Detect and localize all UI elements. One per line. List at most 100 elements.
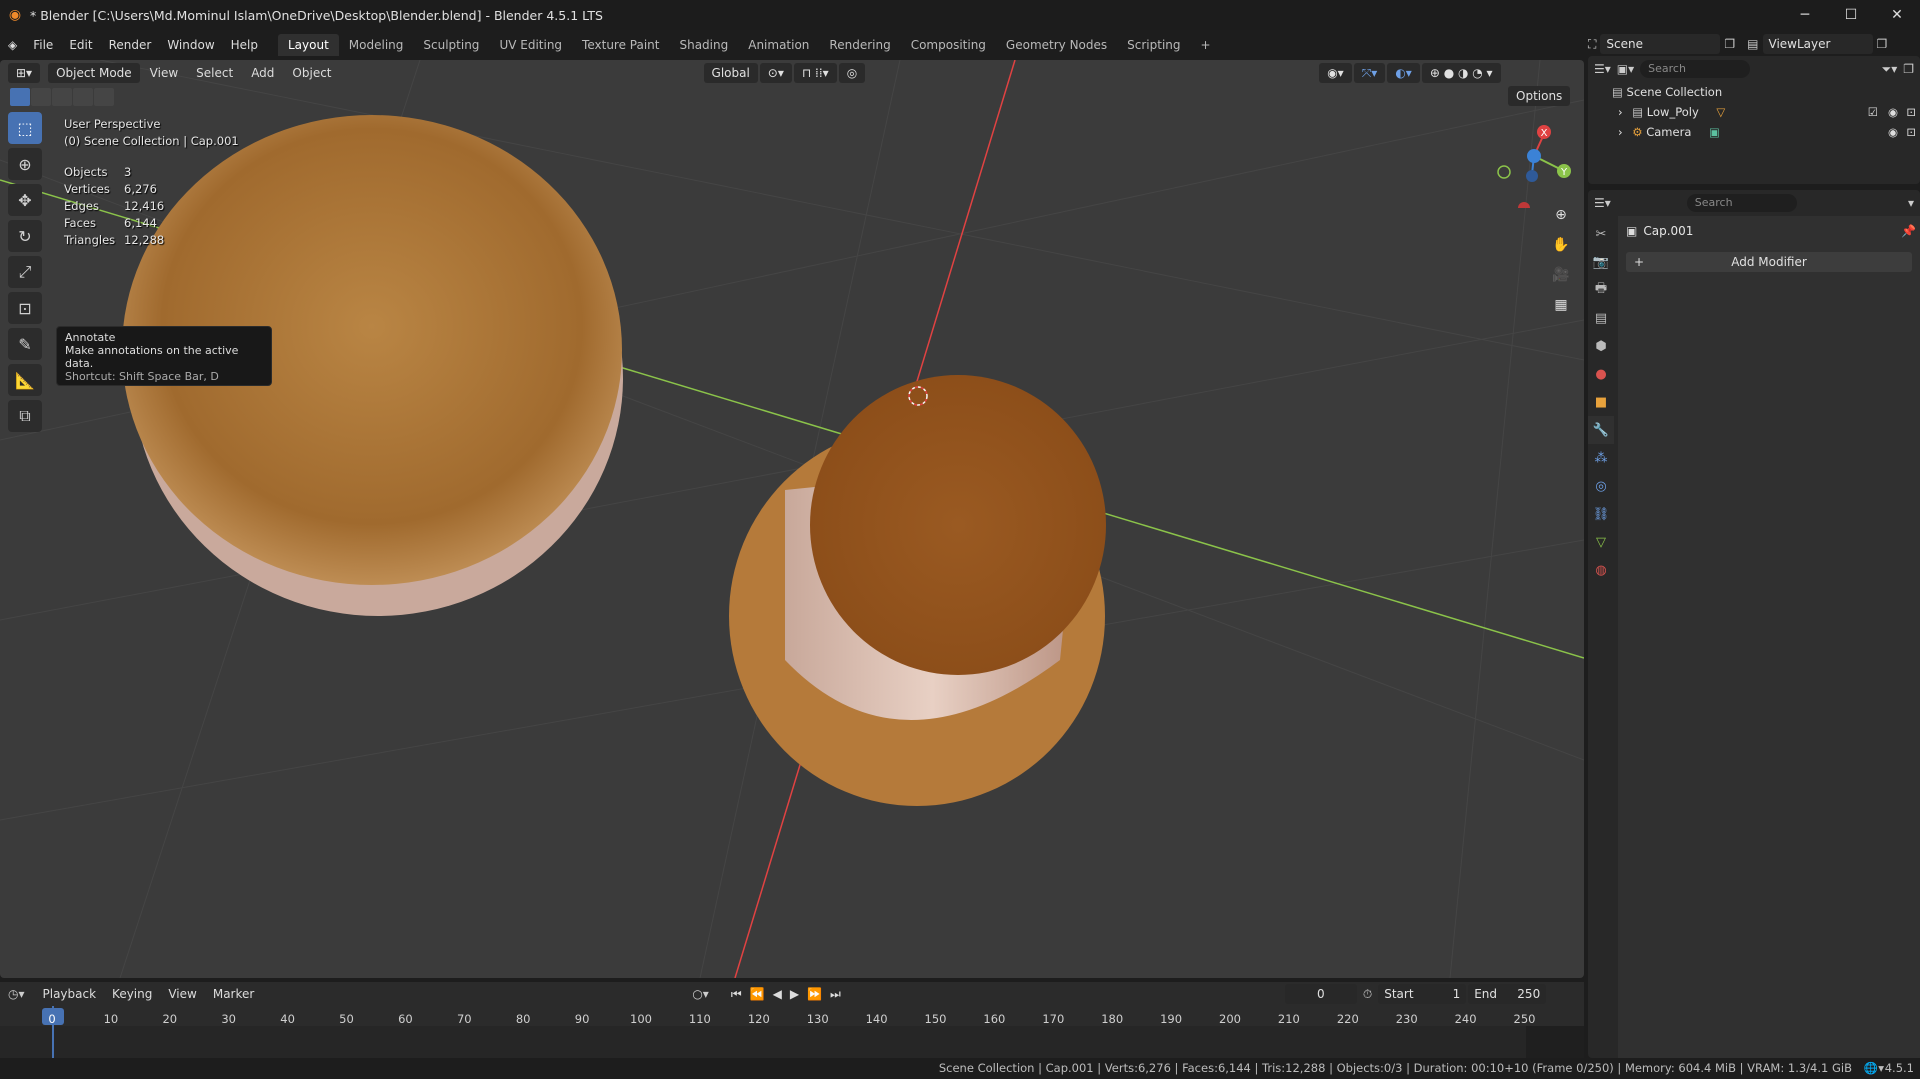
new-scene-icon[interactable]: ❐ [1724, 37, 1735, 51]
timeline-ruler[interactable]: 0 10 20 30 40 50 60 70 80 90 100 110 120 130 140 150 160… [0, 1006, 1584, 1058]
expand-arrow-icon[interactable]: › [1618, 105, 1623, 119]
physics-tab-icon[interactable]: ◎ [1588, 472, 1614, 500]
ortho-grid-icon[interactable]: ▦ [1548, 292, 1574, 318]
timeline-menu-playback[interactable]: Playback [35, 984, 105, 1004]
start-frame-field[interactable]: Start 1 [1378, 984, 1467, 1004]
annotate-tool-icon[interactable]: ✎ [8, 328, 42, 360]
tab-scripting[interactable]: Scripting [1117, 34, 1190, 56]
outliner-editor-icon[interactable]: ☰▾ [1594, 62, 1611, 76]
view-layer-tab-icon[interactable]: ▤ [1588, 304, 1614, 332]
orientation-dropdown[interactable]: Global [703, 63, 758, 83]
transform-tool-icon[interactable]: ⊡ [8, 292, 42, 324]
close-button[interactable]: ✕ [1874, 0, 1920, 30]
select-intersect-icon[interactable] [94, 88, 114, 106]
select-extend-icon[interactable] [31, 88, 51, 106]
gizmo-z-neg-icon[interactable] [1526, 170, 1538, 182]
viewport-menu-view[interactable]: View [142, 63, 186, 83]
pin-icon[interactable]: 📌 [1901, 224, 1916, 238]
menu-edit[interactable]: Edit [61, 34, 100, 56]
outliner-row-low-poly[interactable]: › ▤ Low_Poly ▽ ☑ ◉ ⊡ [1588, 102, 1920, 122]
visibility-eye-icon[interactable]: ◉ [1888, 122, 1898, 142]
menu-window[interactable]: Window [159, 34, 222, 56]
jump-keyframe-forward-icon[interactable]: ⏩ [807, 987, 822, 1001]
timeline-track-area[interactable] [0, 1026, 1584, 1058]
object-tab-icon[interactable]: ■ [1588, 388, 1614, 416]
cursor-tool-icon[interactable]: ⊕ [8, 148, 42, 180]
select-box-tool-icon[interactable]: ⬚ [8, 112, 42, 144]
pan-hand-icon[interactable]: ✋ [1548, 232, 1574, 258]
snap-icon[interactable]: ⊓ ⁞⁞▾ [793, 63, 837, 83]
minimize-button[interactable]: ─ [1782, 0, 1828, 30]
output-tab-icon[interactable]: 🖶 [1588, 276, 1614, 304]
outliner-row-scene-collection[interactable]: ▤ Scene Collection [1588, 82, 1920, 102]
viewport-menu-object[interactable]: Object [284, 63, 339, 83]
properties-editor-icon[interactable]: ☰▾ [1594, 196, 1611, 210]
data-tab-icon[interactable]: ▽ [1588, 528, 1614, 556]
add-modifier-button[interactable]: + Add Modifier [1626, 252, 1912, 272]
viewport-scene[interactable] [0, 60, 1584, 978]
render-camera-icon[interactable]: ⊡ [1906, 122, 1916, 142]
timeline-menu-view[interactable]: View [160, 984, 204, 1004]
constraints-tab-icon[interactable]: ⛓ [1588, 500, 1614, 528]
tool-tab-icon[interactable]: ✂ [1588, 220, 1614, 248]
tab-texture-paint[interactable]: Texture Paint [572, 34, 669, 56]
render-camera-icon[interactable]: ⊡ [1906, 102, 1916, 122]
new-viewlayer-icon[interactable]: ❐ [1877, 37, 1888, 51]
filter-icon[interactable]: ⏷▾ [1882, 62, 1898, 77]
material-tab-icon[interactable]: ◍ [1588, 556, 1614, 584]
mode-dropdown[interactable]: Object Mode [48, 63, 140, 83]
auto-keying-icon[interactable]: ○▾ [692, 987, 709, 1001]
select-subtract-icon[interactable] [52, 88, 72, 106]
gizmo-toggle-icon[interactable]: ⤧▾ [1353, 63, 1386, 83]
options-button[interactable]: Options [1508, 86, 1571, 106]
gizmo-z-icon[interactable] [1527, 149, 1541, 163]
tab-sculpting[interactable]: Sculpting [413, 34, 489, 56]
pivot-icon[interactable]: ⊙▾ [759, 63, 792, 83]
tab-geometry-nodes[interactable]: Geometry Nodes [996, 34, 1117, 56]
properties-search-input[interactable]: Search [1686, 194, 1797, 212]
tab-animation[interactable]: Animation [738, 34, 819, 56]
new-collection-icon[interactable]: ❐ [1903, 62, 1914, 76]
outliner-row-camera[interactable]: › ⚙ Camera ▣ ◉ ⊡ [1588, 122, 1920, 142]
overlay-toggle-icon[interactable]: ◐▾ [1387, 63, 1420, 83]
tab-uv-editing[interactable]: UV Editing [489, 34, 572, 56]
tab-compositing[interactable]: Compositing [901, 34, 996, 56]
current-frame-field[interactable]: 0 [1284, 984, 1357, 1004]
gizmo-y-neg-icon[interactable] [1497, 165, 1511, 179]
maximize-button[interactable]: ☐ [1828, 0, 1874, 30]
tab-modeling[interactable]: Modeling [339, 34, 414, 56]
timeline-editor-icon[interactable]: ◷▾ [8, 987, 25, 1001]
jump-keyframe-back-icon[interactable]: ⏪ [750, 987, 765, 1001]
timeline-menu-keying[interactable]: Keying [104, 984, 160, 1004]
add-workspace-button[interactable]: + [1191, 34, 1221, 56]
viewlayer-field[interactable]: ViewLayer [1762, 34, 1873, 54]
end-frame-field[interactable]: End 250 [1468, 984, 1547, 1004]
modifier-tab-icon[interactable]: 🔧 [1588, 416, 1614, 444]
render-tab-icon[interactable]: 📷 [1588, 248, 1614, 276]
blender-menu-icon[interactable]: ◈ [0, 34, 25, 56]
viewport-menu-select[interactable]: Select [188, 63, 241, 83]
select-new-icon[interactable] [10, 88, 30, 106]
menu-file[interactable]: File [25, 34, 61, 56]
select-invert-icon[interactable] [73, 88, 93, 106]
scale-tool-icon[interactable]: ⤢ [8, 256, 42, 288]
gizmo-x-neg-icon[interactable] [1518, 202, 1530, 208]
timeline-menu-marker[interactable]: Marker [205, 984, 262, 1004]
outliner-display-mode-icon[interactable]: ▣▾ [1617, 62, 1634, 76]
jump-end-icon[interactable]: ⏭ [830, 987, 841, 1002]
visibility-icon[interactable]: ◉▾ [1319, 63, 1352, 83]
3d-viewport[interactable]: ⊞▾ Object Mode View Select Add Object Gl… [0, 60, 1584, 978]
right-cap-top[interactable] [810, 375, 1106, 675]
visibility-eye-icon[interactable]: ◉ [1888, 102, 1898, 122]
scene-tab-icon[interactable]: ⬢ [1588, 332, 1614, 360]
add-cube-tool-icon[interactable]: ⧉ [8, 400, 42, 432]
world-tab-icon[interactable]: ● [1588, 360, 1614, 388]
rotate-tool-icon[interactable]: ↻ [8, 220, 42, 252]
measure-tool-icon[interactable]: 📐 [8, 364, 42, 396]
outliner-search-input[interactable]: Search [1640, 60, 1751, 78]
editor-type-icon[interactable]: ⊞▾ [8, 63, 41, 83]
stopwatch-icon[interactable]: ⏱ [1363, 987, 1372, 1002]
properties-options-icon[interactable]: ▾ [1908, 196, 1914, 210]
jump-start-icon[interactable]: ⏮ [731, 987, 742, 1002]
tab-layout[interactable]: Layout [278, 34, 339, 56]
